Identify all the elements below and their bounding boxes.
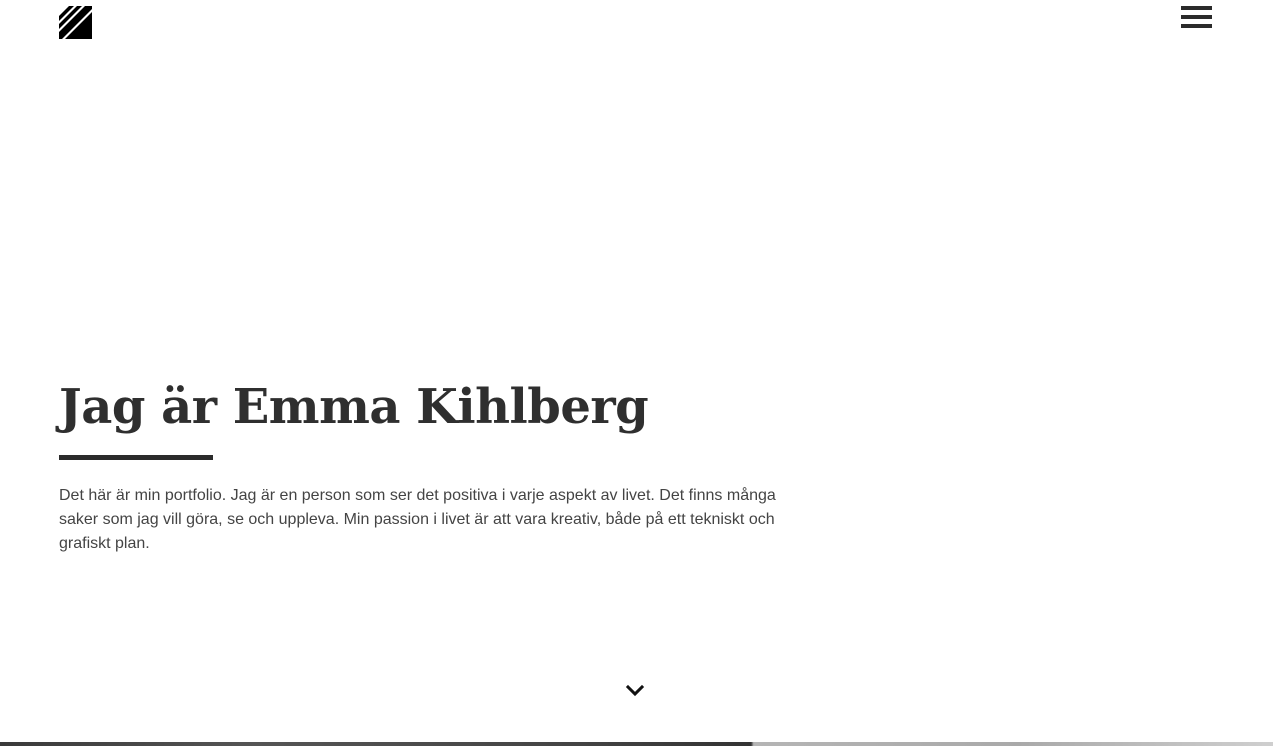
hamburger-menu-line (1181, 24, 1212, 28)
next-section-preview (0, 742, 1273, 746)
hero-section: Jag är Emma Kihlberg Det här är min port… (59, 372, 779, 556)
intro-text: Det här är min portfolio. Jag är en pers… (59, 487, 776, 552)
logo-icon[interactable] (59, 6, 92, 39)
chevron-down-icon[interactable] (624, 682, 646, 700)
hamburger-menu-line (1181, 15, 1212, 19)
menu-button[interactable] (1181, 6, 1213, 31)
page-title: Jag är Emma Kihlberg (59, 379, 649, 435)
site-header (0, 0, 1273, 60)
hamburger-menu-icon (1181, 6, 1212, 10)
title-underline (59, 455, 213, 460)
